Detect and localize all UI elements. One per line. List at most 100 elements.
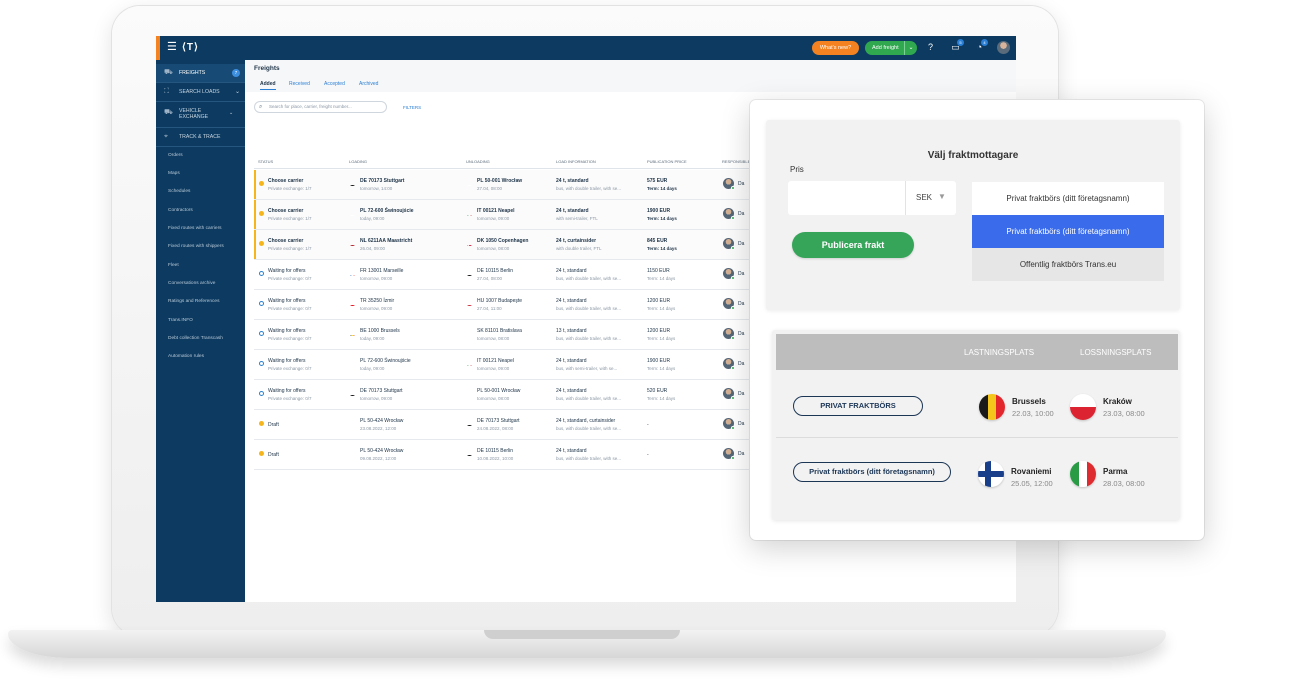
private-exchange-button[interactable]: PRIVAT FRAKTBÖRS (793, 396, 923, 416)
loading-date: tomorrow, 09:00 (360, 276, 393, 281)
sidebar-item-maps[interactable]: Maps (168, 171, 180, 176)
option-private-exchange[interactable]: Privat fraktbörs (ditt företagsnamn) (972, 182, 1164, 215)
add-freight-button[interactable]: Add freight ⌄ (865, 41, 917, 55)
sidebar-item-contractors[interactable]: Contractors (168, 208, 193, 213)
status-icon (259, 301, 264, 306)
price-term: Term: 14 days (647, 306, 676, 311)
sidebar-item-search-loads[interactable]: ⛶ SEARCH LOADS ⌄ (156, 83, 245, 101)
loading-date: tomorrow, 09:00 (360, 306, 393, 311)
finland-flag-icon (978, 461, 1004, 487)
responsible-name: Da (738, 331, 745, 337)
search-icon: ⌕ (259, 104, 263, 110)
unloading-date: 10.08.2022, 10:00 (477, 456, 514, 461)
column-status[interactable]: STATUS (258, 159, 273, 164)
load-info-sub: with semi-trailer, FTL (556, 216, 598, 221)
sidebar-item-conversations-archive[interactable]: Conversations archive (168, 281, 215, 286)
sidebar-item-orders[interactable]: Orders (168, 153, 183, 158)
price-term: Term: 14 days (647, 276, 676, 281)
price-term: Term: 14 days (647, 246, 677, 251)
publish-button[interactable]: Publicera frakt (792, 232, 914, 258)
sidebar-item-debt-collection[interactable]: Debt collection Transcash (168, 336, 223, 341)
loading-place: PL 50-424 Wrocław (360, 418, 404, 424)
unloading-date: 27.04, 08:00 (477, 276, 503, 281)
option-public-exchange[interactable]: Offentlig fraktbörs Trans.eu (972, 248, 1164, 281)
responsible-name: Da (738, 391, 745, 397)
search-loads-icon: ⛶ (164, 88, 169, 95)
online-status-dot (731, 216, 735, 220)
price-input[interactable]: SEK ▼ (788, 181, 956, 215)
whats-new-button[interactable]: What's new? (812, 41, 859, 55)
loading-place: FR 13001 Marseille (360, 268, 404, 274)
load-info-sub: bus, with semi-trailer, with se... (556, 366, 618, 371)
country-flag-icon (466, 269, 473, 276)
sidebar-item-vehicle-exchange[interactable]: ⛟ VEHICLE EXCHANGE (156, 104, 226, 126)
country-flag-icon (349, 299, 356, 306)
search-placeholder: Search for place, carrier, freight numbe… (269, 104, 352, 109)
status-sub: Private exchange: 0/7 (268, 366, 312, 371)
country-flag-icon (466, 209, 473, 216)
status-icon (259, 241, 264, 246)
to-date: 23.03, 08:00 (1103, 409, 1145, 418)
tab-accepted[interactable]: Accepted (324, 81, 345, 87)
search-input[interactable]: ⌕ Search for place, carrier, freight num… (254, 101, 387, 113)
user-avatar[interactable] (997, 41, 1010, 54)
tab-received[interactable]: Received (289, 81, 310, 87)
caret-down-icon[interactable]: ▼ (938, 192, 946, 201)
country-flag-icon (349, 329, 356, 336)
column-responsible[interactable]: RESPONSIBLE (722, 159, 750, 164)
tab-archived[interactable]: Archived (359, 81, 378, 87)
filters-button[interactable]: FILTERS (403, 105, 421, 110)
chevron-down-icon[interactable]: ⌄ (904, 41, 917, 55)
unloading-place: DE 70173 Stuttgart (477, 418, 520, 424)
load-info: 24 t, standard, curtainsider (556, 418, 616, 424)
loading-date: 23.08.2022, 12:00 (360, 426, 397, 431)
menu-icon[interactable]: ☰ (167, 42, 177, 53)
sidebar-item-fleet[interactable]: Fleet (168, 263, 179, 268)
freight-publish-panel: Välj fraktmottagare Pris SEK ▼ Publicera… (750, 100, 1204, 540)
column-unloading[interactable]: UNLOADING (466, 159, 490, 164)
price-label: Pris (790, 165, 804, 174)
unloading-place: SK 81101 Bratislava (477, 328, 522, 334)
sidebar-item-trans-info[interactable]: Trans.INFO (168, 318, 193, 323)
responsible-name: Da (738, 181, 745, 187)
country-flag-icon (349, 389, 356, 396)
sidebar-item-freights[interactable]: ⛟ FREIGHTS 7 (156, 64, 245, 82)
sidebar-item-ratings[interactable]: Ratings and References (168, 299, 219, 304)
row-highlight-bar (254, 170, 256, 199)
status-icon (259, 451, 264, 456)
country-flag-icon (349, 209, 356, 216)
status-text: Draft (268, 452, 279, 458)
loading-place: PL 72-600 Świnoujście (360, 358, 411, 364)
load-info-sub: bus, with double trailer, with se... (556, 276, 622, 281)
chevron-down-icon[interactable]: ⌄ (229, 104, 245, 122)
help-icon[interactable]: ? (925, 42, 936, 53)
responsible-name: Da (738, 421, 745, 427)
chevron-down-icon: ⌄ (234, 89, 240, 95)
app-logo[interactable]: ⟨T⟩ (182, 42, 199, 53)
column-load-info[interactable]: LOAD INFORMATION (556, 159, 596, 164)
sidebar-item-automation-rules[interactable]: Automation rules (168, 354, 204, 359)
column-price[interactable]: PUBLICATION PRICE (647, 159, 687, 164)
status-icon (259, 271, 264, 276)
sidebar-item-schedules[interactable]: Schedules (168, 189, 190, 194)
publication-price: - (647, 452, 649, 458)
currency-select[interactable]: SEK (916, 193, 932, 202)
sidebar-item-track-trace[interactable]: ⌖ TRACK & TRACE (156, 128, 245, 146)
loading-date: tomorrow, 14:00 (360, 186, 393, 191)
routes-header: LASTNINGSPLATS LOSSNINGSPLATS (776, 334, 1178, 370)
price-term: Term: 14 days (647, 336, 676, 341)
private-exchange-company-button[interactable]: Privat fraktbörs (ditt företagsnamn) (793, 462, 951, 482)
column-loading[interactable]: LOADING (349, 159, 367, 164)
sidebar-item-label: TRACK & TRACE (179, 134, 221, 140)
publication-price: 1200 EUR (647, 328, 671, 334)
row-highlight-bar (254, 230, 256, 259)
option-private-exchange-selected[interactable]: Privat fraktbörs (ditt företagsnamn) (972, 215, 1164, 248)
sidebar-item-fixed-routes-carriers[interactable]: Fixed routes with carriers (168, 226, 222, 231)
responsible-name: Da (738, 241, 745, 247)
to-city: Kraków (1103, 397, 1132, 406)
sidebar-item-fixed-routes-shippers[interactable]: Fixed routes with shippers (168, 244, 224, 249)
tab-added[interactable]: Added (260, 81, 276, 90)
unloading-place: DE 10115 Berlin (477, 268, 514, 274)
price-term: Term: 14 days (647, 186, 677, 191)
online-status-dot (731, 366, 735, 370)
